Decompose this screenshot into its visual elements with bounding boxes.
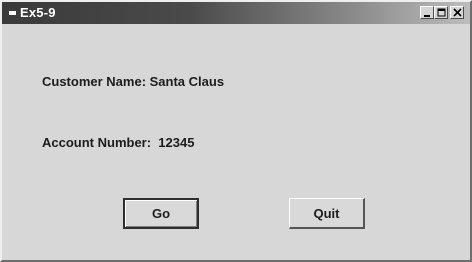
window-title: Ex5-9 — [20, 5, 56, 20]
close-icon — [453, 8, 462, 17]
account-number-label: Account Number: 12345 — [42, 135, 195, 150]
close-button[interactable] — [450, 6, 464, 19]
customer-name-label: Customer Name: Santa Claus — [42, 74, 225, 89]
title-bar[interactable]: Ex5-9 — [2, 2, 470, 24]
maximize-button[interactable] — [434, 6, 448, 19]
minimize-icon — [424, 15, 430, 17]
quit-button[interactable]: Quit — [289, 198, 365, 229]
maximize-icon — [437, 8, 446, 17]
minimize-button[interactable] — [420, 6, 434, 19]
app-window: Ex5-9 Customer Name: Santa Claus Account… — [0, 0, 472, 262]
go-button[interactable]: Go — [123, 198, 199, 229]
app-icon[interactable] — [9, 9, 17, 17]
